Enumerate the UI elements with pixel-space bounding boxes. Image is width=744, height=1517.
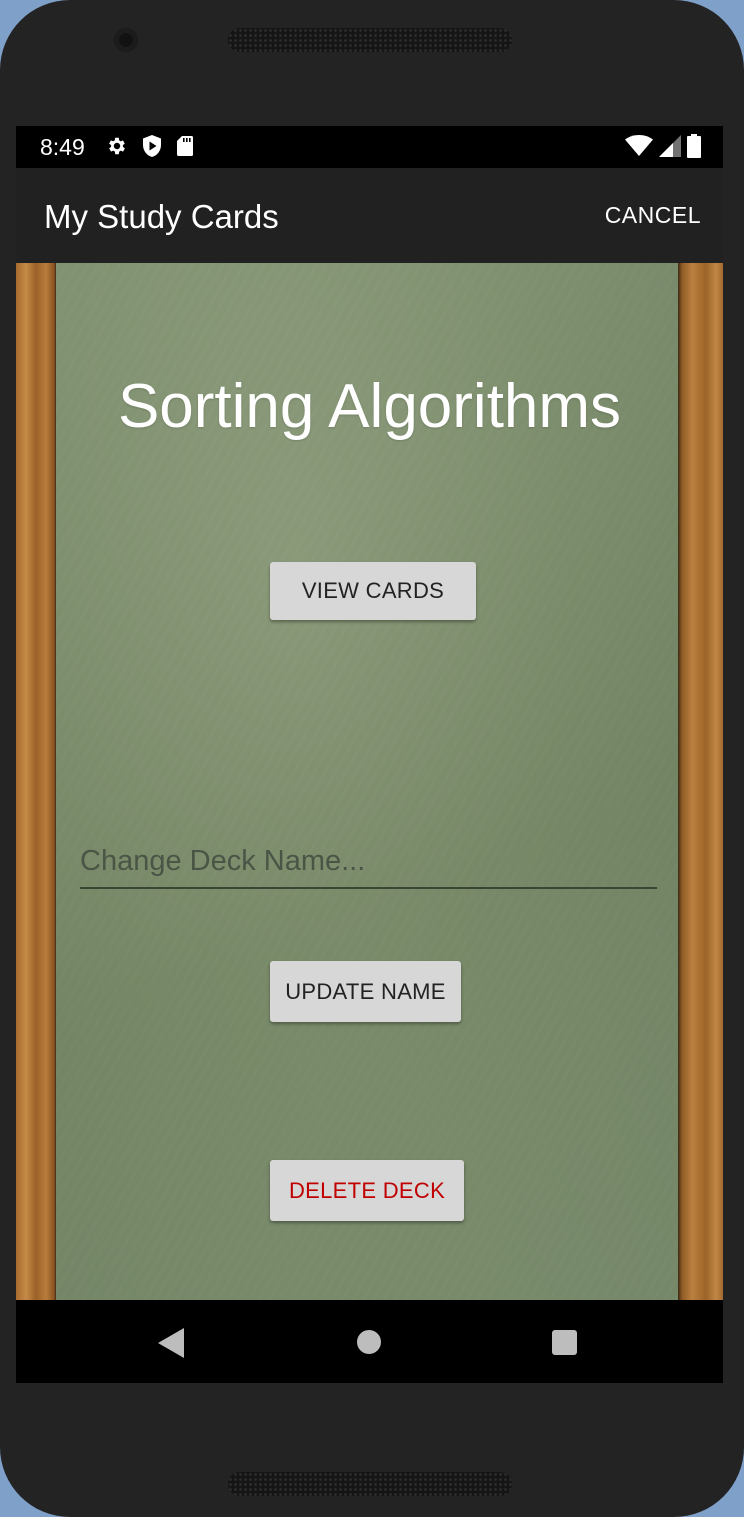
home-icon[interactable] bbox=[357, 1330, 381, 1354]
delete-deck-button[interactable]: DELETE DECK bbox=[270, 1160, 464, 1221]
status-time: 8:49 bbox=[40, 134, 85, 160]
chalkboard-content: Sorting Algorithms VIEW CARDS UPDATE NAM… bbox=[16, 263, 723, 1300]
back-icon[interactable] bbox=[158, 1328, 184, 1362]
sd-card-icon bbox=[176, 135, 194, 162]
battery-icon bbox=[687, 134, 701, 163]
app-bar: My Study Cards CANCEL bbox=[16, 168, 723, 263]
cell-signal-icon bbox=[659, 135, 681, 162]
wifi-icon bbox=[625, 135, 653, 162]
front-camera bbox=[114, 28, 138, 52]
top-speaker-grille bbox=[228, 28, 512, 52]
status-bar: 8:49 bbox=[16, 126, 723, 168]
update-name-button[interactable]: UPDATE NAME bbox=[270, 961, 461, 1022]
deck-title: Sorting Algorithms bbox=[117, 372, 622, 441]
status-right-icons bbox=[625, 134, 701, 163]
bottom-speaker-grille bbox=[228, 1472, 512, 1496]
navigation-bar bbox=[16, 1300, 723, 1383]
recents-icon[interactable] bbox=[552, 1330, 577, 1355]
view-cards-button[interactable]: VIEW CARDS bbox=[270, 562, 476, 620]
device-screen: 8:49 My Study Cards CANCEL Sorting Algor… bbox=[16, 126, 723, 1383]
gear-icon bbox=[106, 135, 128, 162]
cancel-button[interactable]: CANCEL bbox=[605, 202, 701, 229]
deck-name-input[interactable] bbox=[80, 835, 657, 889]
status-left-icons bbox=[106, 134, 194, 163]
phone-frame: 8:49 My Study Cards CANCEL Sorting Algor… bbox=[0, 0, 744, 1517]
app-title: My Study Cards bbox=[44, 198, 279, 235]
shield-play-icon bbox=[141, 134, 163, 163]
